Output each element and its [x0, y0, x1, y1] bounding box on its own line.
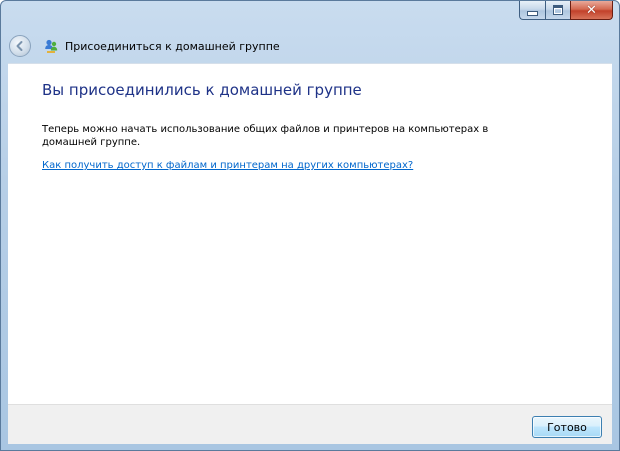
window-title: Присоединиться к домашней группе: [65, 39, 280, 53]
content-panel: Вы присоединились к домашней группе Тепе…: [8, 63, 612, 404]
dialog-footer: Готово: [8, 404, 612, 444]
close-button[interactable]: ✕: [570, 1, 613, 20]
homegroup-dialog-window: ✕ Присоединиться к домашней группе Вы пр…: [0, 0, 620, 451]
access-files-printers-link[interactable]: Как получить доступ к файлам и принтерам…: [42, 160, 413, 171]
maximize-icon: [553, 5, 563, 15]
back-button[interactable]: [9, 35, 31, 57]
close-icon: ✕: [586, 2, 597, 18]
maximize-button[interactable]: [545, 1, 570, 20]
minimize-icon: [527, 10, 538, 16]
navigation-bar: Присоединиться к домашней группе: [9, 32, 280, 60]
minimize-button[interactable]: [519, 1, 545, 20]
homegroup-icon: [43, 38, 59, 54]
window-caption-buttons: ✕: [519, 1, 613, 21]
description-text: Теперь можно начать использование общих …: [42, 124, 489, 148]
page-heading: Вы присоединились к домашней группе: [42, 81, 362, 99]
done-button[interactable]: Готово: [532, 416, 602, 438]
back-arrow-icon: [16, 41, 23, 51]
